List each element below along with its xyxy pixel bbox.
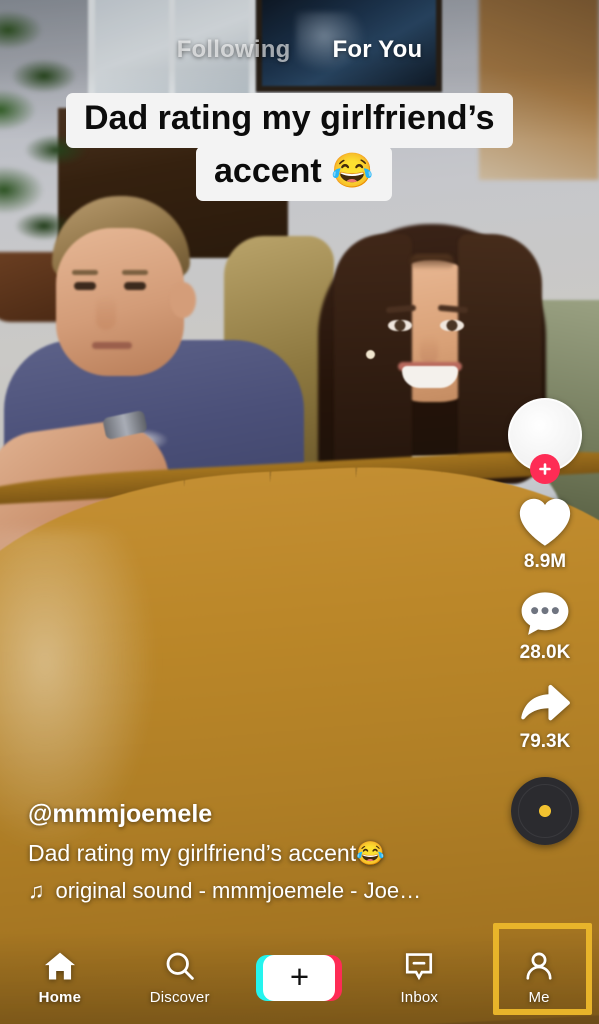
create-button[interactable]: +: [256, 955, 343, 1001]
home-icon: [44, 952, 75, 980]
nav-item-me[interactable]: Me: [479, 932, 599, 1024]
record-disc-icon[interactable]: [511, 777, 579, 845]
inbox-icon: [406, 953, 433, 981]
comment-button[interactable]: 28.0K: [518, 589, 572, 664]
tab-following[interactable]: Following: [177, 36, 291, 64]
plus-icon: +: [289, 958, 310, 995]
sticker-line-1: Dad rating my girlfriend’s: [66, 93, 513, 149]
bottom-nav-bar: Home Discover + Inbox Me: [0, 932, 599, 1024]
tiktok-video-screen: SHAM UVER Following For You Dad rating m…: [0, 0, 599, 1024]
nav-label-discover: Discover: [149, 989, 210, 1006]
nav-item-create[interactable]: +: [240, 932, 360, 1024]
like-count: 8.9M: [523, 551, 567, 572]
sticker-line-2: accent 😂: [196, 146, 392, 202]
share-button[interactable]: 79.3K: [517, 680, 573, 753]
nav-label-inbox: Inbox: [400, 989, 439, 1006]
video-meta: @mmmjoemele Dad rating my girlfriend’s a…: [28, 800, 488, 904]
author-username[interactable]: @mmmjoemele: [28, 800, 488, 829]
music-note-icon: ♫: [28, 878, 45, 903]
music-title: original sound - mmmjoemele - Joe…: [55, 878, 422, 903]
follow-button[interactable]: [530, 454, 560, 484]
share-icon: [521, 684, 570, 721]
scene-wall-right: [479, 0, 599, 180]
person-icon: [526, 952, 552, 980]
top-tab-bar: Following For You: [0, 30, 599, 70]
like-button[interactable]: 8.9M: [516, 494, 574, 573]
search-icon: [166, 952, 194, 980]
nav-item-inbox[interactable]: Inbox: [359, 932, 479, 1024]
nav-label-home: Home: [38, 989, 82, 1006]
tab-for-you[interactable]: For You: [332, 36, 422, 64]
nav-item-discover[interactable]: Discover: [120, 932, 240, 1024]
avatar-follow-group[interactable]: [508, 398, 582, 494]
plus-icon: [539, 463, 551, 475]
action-rail: 8.9M 28.0K 79.3K: [499, 398, 591, 845]
video-description: Dad rating my girlfriend’s accent😂: [28, 840, 385, 866]
nav-label-me: Me: [528, 989, 550, 1006]
share-count: 79.3K: [519, 731, 571, 752]
heart-icon: [519, 498, 571, 546]
comment-icon: [521, 592, 569, 635]
nav-item-home[interactable]: Home: [0, 932, 120, 1024]
music-row[interactable]: ♫ original sound - mmmjoemele - Joe…: [28, 878, 488, 904]
comment-count: 28.0K: [519, 642, 571, 663]
